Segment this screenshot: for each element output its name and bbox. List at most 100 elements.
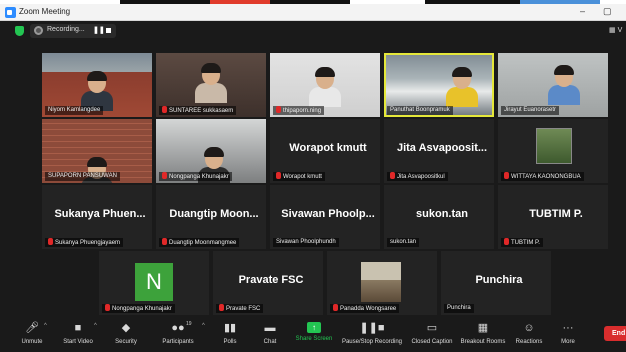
participants-button[interactable]: ●● 19 ^ Participants <box>158 320 205 350</box>
participant-video <box>309 67 341 107</box>
window-titlebar: Zoom Meeting – ▢ <box>0 4 626 21</box>
participant-tile[interactable]: N Nongpanga Khunajakr <box>99 251 209 315</box>
participant-tile[interactable]: Jita Asvapoosit... Jita Asvapoositkul <box>384 119 494 183</box>
emoji-icon: ☺ <box>523 322 535 334</box>
minimize-button[interactable]: – <box>580 6 585 16</box>
recording-label: Recording... <box>47 26 85 33</box>
initial-avatar: N <box>135 263 173 301</box>
participant-name-label: Nongpanga Khunajakr <box>102 304 175 313</box>
view-label: V <box>617 27 623 34</box>
participant-video <box>195 63 227 103</box>
closed-caption-button[interactable]: ▭ Closed Caption <box>410 320 454 350</box>
ellipsis-icon: ··· <box>562 322 574 334</box>
meeting-controls-bar: 🎤︎ ^ Unmute ■ ^ Start Video ◆ Security ●… <box>0 316 626 352</box>
participant-display-name: Punchira <box>475 274 523 286</box>
participant-tile[interactable]: Panadda Wongsaree <box>327 251 437 315</box>
participant-tile[interactable]: Niyom Kamlangdee <box>42 53 152 117</box>
participants-icon: ●● <box>171 322 185 334</box>
muted-mic-icon <box>105 304 110 311</box>
participant-tile[interactable]: Sukanya Phuen... Sukanya Phuengjayaem <box>42 185 152 249</box>
breakout-rooms-label: Breakout Rooms <box>460 339 506 345</box>
reactions-label: Reactions <box>515 339 543 345</box>
muted-mic-icon <box>333 304 338 311</box>
participant-display-name: Worapot kmutt <box>289 142 367 154</box>
window-title: Zoom Meeting <box>19 7 71 16</box>
participant-tile[interactable]: Worapot kmutt Worapot kmutt <box>270 119 380 183</box>
participant-tile[interactable]: SUPAPORN PANSUWAN <box>42 119 152 183</box>
shield-icon[interactable] <box>15 26 24 36</box>
recording-dot-icon <box>34 26 43 35</box>
muted-mic-icon <box>162 238 167 245</box>
unmute-button[interactable]: 🎤︎ ^ Unmute <box>14 320 50 350</box>
pause-stop-recording-button[interactable]: ❚❚■ Pause/Stop Recording <box>340 320 404 350</box>
participant-tile[interactable]: Sivawan Phoolp... Sivawan Phoolphundh <box>270 185 380 249</box>
security-button[interactable]: ◆ Security <box>110 320 142 350</box>
participant-tile[interactable]: sukon.tan sukon.tan <box>384 185 494 249</box>
participant-display-name: Jita Asvapoosit... <box>396 142 488 154</box>
participant-display-name: Pravate FSC <box>238 274 304 286</box>
participant-name-label: Sukanya Phuengjayaem <box>45 238 124 247</box>
participant-tile[interactable]: Jirayut Euanorasetr <box>498 53 608 117</box>
participant-tile[interactable]: TUBTIM P. TUBTIM P. <box>498 185 608 249</box>
chat-button[interactable]: ▬ Chat <box>258 320 282 350</box>
participant-tile[interactable]: Punchira Punchira <box>441 251 551 315</box>
reactions-button[interactable]: ☺ Reactions <box>514 320 544 350</box>
pause-stop-recording-label: Pause/Stop Recording <box>341 339 403 345</box>
shield-icon: ◆ <box>121 322 131 334</box>
participant-tile[interactable]: Pravate FSC Pravate FSC <box>213 251 323 315</box>
participant-name-label: Niyom Kamlangdee <box>45 106 104 115</box>
muted-mic-icon <box>276 172 281 179</box>
participant-video <box>446 67 478 107</box>
profile-photo <box>361 262 401 302</box>
profile-photo <box>536 128 572 164</box>
breakout-rooms-button[interactable]: ▦ Breakout Rooms <box>460 320 506 350</box>
end-meeting-button[interactable]: End <box>604 326 626 341</box>
pause-stop-icon: ❚❚■ <box>359 322 385 334</box>
participant-name-label: thipaporn.ning <box>273 106 325 115</box>
muted-mic-icon <box>504 172 509 179</box>
closed-caption-label: Closed Caption <box>411 339 453 345</box>
chevron-up-icon[interactable]: ^ <box>202 323 205 329</box>
participants-count: 19 <box>186 321 192 327</box>
stop-recording-button[interactable] <box>106 28 111 33</box>
muted-mic-icon <box>162 106 167 113</box>
chevron-up-icon[interactable]: ^ <box>44 323 47 329</box>
pause-recording-button[interactable]: ❚❚ <box>93 26 105 34</box>
participant-name-label: Jirayut Euanorasetr <box>501 106 560 115</box>
participant-name-label: Duangtip Moonmangmee <box>159 238 240 247</box>
participant-tile[interactable]: SUNTAREE sukkasaem <box>156 53 266 117</box>
muted-mic-icon <box>219 304 224 311</box>
participant-video <box>81 71 113 111</box>
start-video-button[interactable]: ■ ^ Start Video <box>58 320 98 350</box>
muted-mic-icon <box>162 172 167 179</box>
security-label: Security <box>115 339 137 345</box>
restore-button[interactable]: ▢ <box>603 6 612 17</box>
participant-name-label: WITTAYA KAONONGBUA <box>501 172 584 181</box>
share-screen-button[interactable]: ↑ Share Screen <box>295 320 333 350</box>
participants-label: Participants <box>162 339 194 345</box>
participant-tile[interactable]: thipaporn.ning <box>270 53 380 117</box>
participant-tile[interactable]: Nongpanga Khunajakr <box>156 119 266 183</box>
view-button[interactable]: ▦ V <box>609 26 622 34</box>
zoom-app-icon <box>5 7 16 18</box>
polls-button[interactable]: ▮▮ Polls <box>218 320 242 350</box>
participant-tile[interactable]: WITTAYA KAONONGBUA <box>498 119 608 183</box>
chevron-up-icon[interactable]: ^ <box>94 323 97 329</box>
share-screen-label: Share Screen <box>295 336 333 342</box>
muted-mic-icon <box>48 238 53 245</box>
participant-display-name: sukon.tan <box>416 208 468 220</box>
participant-name-label: Pravate FSC <box>216 304 264 313</box>
participant-tile[interactable]: Duangtip Moon... Duangtip Moonmangmee <box>156 185 266 249</box>
participant-tile-active-speaker[interactable]: Panuthat Boonpramuk <box>384 53 494 117</box>
participant-name-label: Panadda Wongsaree <box>330 304 400 313</box>
participant-name-label: Panuthat Boonpramuk <box>387 106 453 115</box>
unmute-label: Unmute <box>21 339 43 345</box>
participant-name-label: Worapot kmutt <box>273 172 325 181</box>
participant-name-label: Punchira <box>444 304 474 313</box>
muted-mic-icon <box>390 172 395 179</box>
polls-label: Polls <box>223 339 237 345</box>
more-button[interactable]: ··· More <box>556 320 580 350</box>
cc-icon: ▭ <box>426 322 438 334</box>
chat-label: Chat <box>263 339 277 345</box>
participant-display-name: Sivawan Phoolp... <box>281 208 375 220</box>
